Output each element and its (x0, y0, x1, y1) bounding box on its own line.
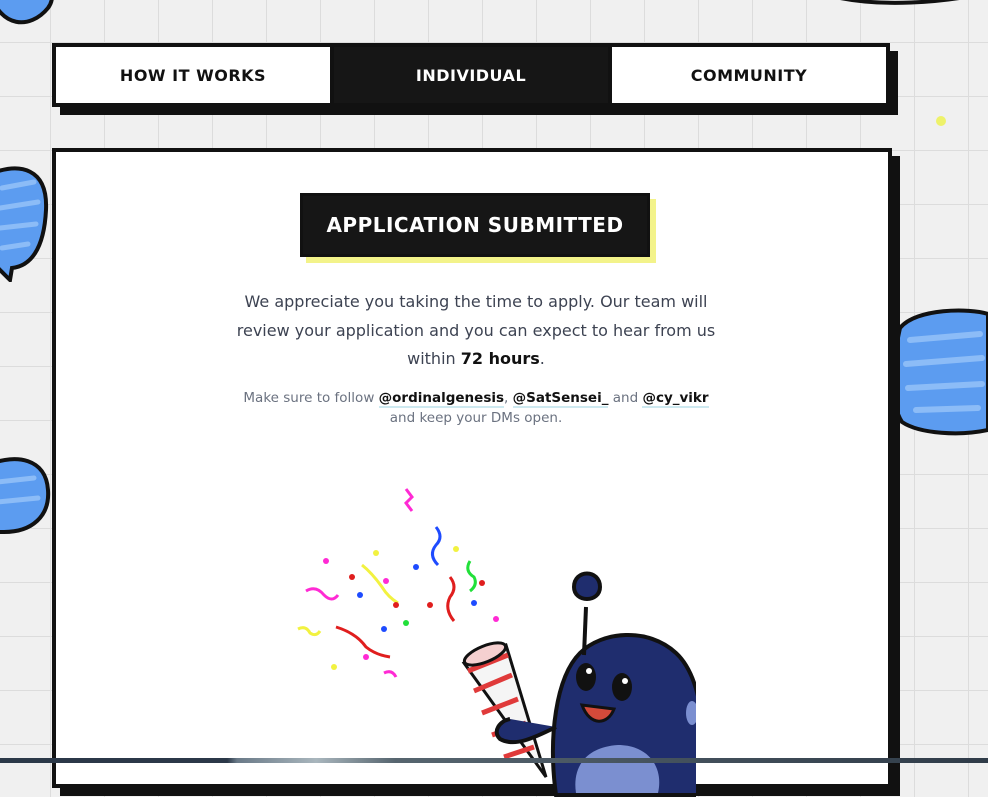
follow-and: and (608, 390, 643, 406)
follow-prefix: Make sure to follow (243, 390, 379, 406)
message-period: . (539, 349, 545, 368)
speech-bubble-icon (0, 166, 49, 282)
party-popper-mascot-icon (297, 488, 696, 797)
follow-suffix: and keep your DMs open. (389, 410, 563, 426)
yellow-dot (936, 116, 946, 126)
handle-link-cy-vikr[interactable]: @cy_vikr (642, 390, 709, 408)
status-badge: APPLICATION SUBMITTED (300, 193, 650, 257)
confirmation-card: APPLICATION SUBMITTED We appreciate you … (52, 148, 892, 797)
speech-bubble-icon (840, 0, 959, 5)
handle-link-satsensei[interactable]: @SatSensei_ (512, 390, 609, 408)
follow-comma: , (504, 390, 513, 406)
tab-bar: HOW IT WORKS INDIVIDUAL COMMUNITY (52, 43, 890, 107)
follow-note: Make sure to follow @ordinalgenesis, @Sa… (216, 388, 736, 428)
speech-bubble-icon (0, 457, 51, 534)
bottom-scroll-bar (0, 758, 988, 763)
handle-link-ordinalgenesis[interactable]: @ordinalgenesis (378, 390, 505, 408)
response-time: 72 hours (460, 349, 540, 368)
tab-individual[interactable]: INDIVIDUAL (330, 47, 608, 103)
speech-bubble-icon (891, 308, 988, 436)
tab-how-it-works[interactable]: HOW IT WORKS (56, 47, 330, 103)
confirmation-message: We appreciate you taking the time to app… (226, 288, 726, 374)
speech-bubble-icon (0, 0, 54, 25)
tab-community[interactable]: COMMUNITY (608, 47, 886, 103)
